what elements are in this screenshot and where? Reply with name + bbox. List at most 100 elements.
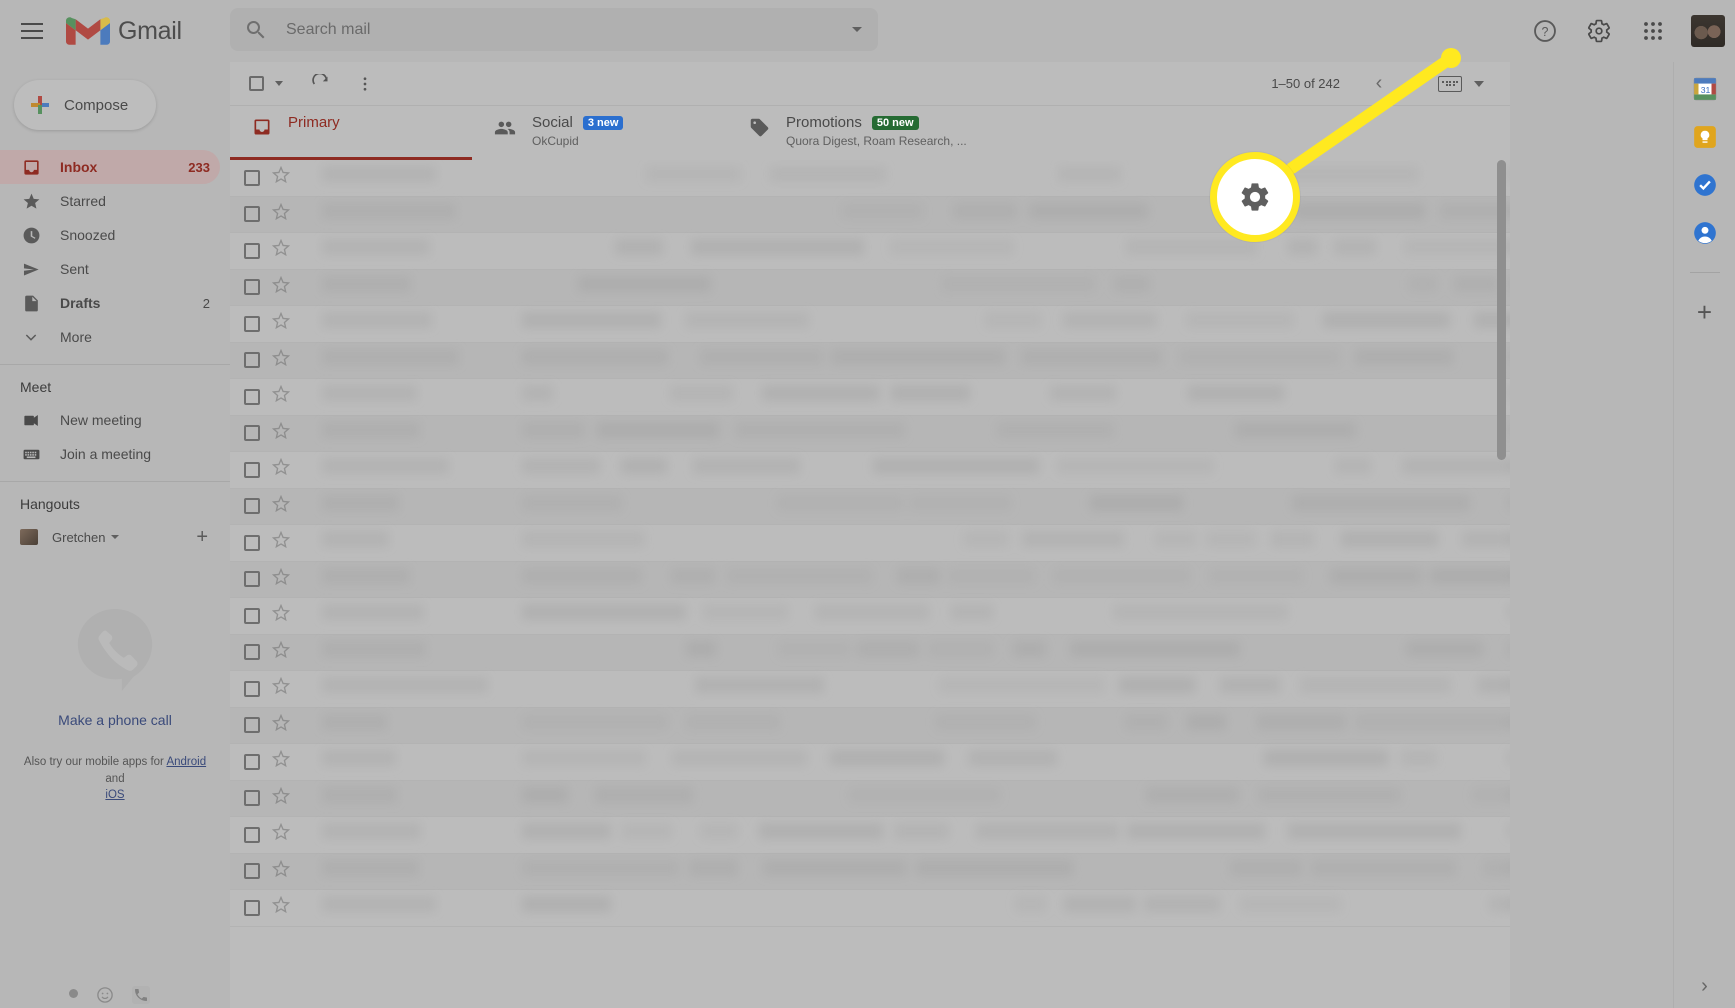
input-tools-chevron-down-icon[interactable] xyxy=(1474,80,1484,87)
message-list-scrollbar[interactable] xyxy=(1497,160,1508,1008)
table-row[interactable] xyxy=(230,707,1510,744)
support-icon[interactable]: ? xyxy=(1523,9,1567,53)
star-icon[interactable] xyxy=(271,604,291,627)
row-checkbox[interactable] xyxy=(244,206,260,223)
row-checkbox[interactable] xyxy=(244,717,260,734)
search-options-chevron-down-icon[interactable] xyxy=(852,27,862,32)
mood-icon[interactable] xyxy=(96,986,114,1004)
star-icon[interactable] xyxy=(271,494,291,518)
tab-social[interactable]: Social 3 new OkCupid xyxy=(472,106,727,160)
search-input[interactable] xyxy=(286,20,852,39)
star-icon[interactable] xyxy=(271,202,291,226)
chevron-down-icon[interactable] xyxy=(111,535,120,539)
table-row[interactable] xyxy=(230,525,1510,562)
table-row[interactable] xyxy=(230,853,1510,890)
table-row[interactable] xyxy=(230,415,1510,452)
ios-link[interactable]: iOS xyxy=(105,789,124,801)
google-keep-icon[interactable] xyxy=(1692,124,1718,150)
google-calendar-icon[interactable]: 31 xyxy=(1692,76,1718,102)
row-checkbox[interactable] xyxy=(244,461,260,478)
sidebar-item-join-meeting[interactable]: Join a meeting xyxy=(0,437,220,471)
hangouts-user-row[interactable]: Gretchen + xyxy=(0,520,230,554)
star-icon[interactable] xyxy=(271,640,291,664)
star-icon[interactable] xyxy=(271,239,291,262)
select-all-chevron-down-icon[interactable] xyxy=(275,81,283,86)
row-checkbox[interactable] xyxy=(244,388,260,405)
row-checkbox[interactable] xyxy=(244,425,260,442)
tab-promotions[interactable]: Promotions 50 new Quora Digest, Roam Res… xyxy=(727,106,1207,160)
gear-icon[interactable] xyxy=(1577,9,1621,53)
row-checkbox[interactable] xyxy=(244,571,260,588)
star-icon[interactable] xyxy=(271,823,291,846)
row-checkbox[interactable] xyxy=(244,279,260,296)
star-icon[interactable] xyxy=(271,421,291,445)
table-row[interactable] xyxy=(230,269,1510,306)
google-apps-grid-icon[interactable] xyxy=(1631,9,1675,53)
account-avatar[interactable] xyxy=(1691,15,1725,47)
star-icon[interactable] xyxy=(271,896,291,919)
sidebar-item-snoozed[interactable]: Snoozed xyxy=(0,218,220,252)
sidebar-item-inbox[interactable]: Inbox 233 xyxy=(0,150,220,184)
sidebar-item-new-meeting[interactable]: New meeting xyxy=(0,403,220,437)
chevron-right-icon[interactable]: › xyxy=(1400,67,1434,101)
table-row[interactable] xyxy=(230,744,1510,781)
table-row[interactable] xyxy=(230,233,1510,270)
row-checkbox[interactable] xyxy=(244,680,260,697)
chevron-right-icon[interactable]: › xyxy=(1701,975,1708,998)
row-checkbox[interactable] xyxy=(244,242,260,259)
table-row[interactable] xyxy=(230,780,1510,817)
star-icon[interactable] xyxy=(271,166,291,189)
settings-highlight-callout[interactable] xyxy=(1210,152,1300,242)
sidebar-item-more[interactable]: More xyxy=(0,320,220,354)
table-row[interactable] xyxy=(230,817,1510,854)
star-icon[interactable] xyxy=(271,312,291,335)
row-checkbox[interactable] xyxy=(244,352,260,369)
search-bar[interactable] xyxy=(230,8,878,51)
row-checkbox[interactable] xyxy=(244,790,260,807)
row-checkbox[interactable] xyxy=(244,899,260,916)
row-checkbox[interactable] xyxy=(244,826,260,843)
row-checkbox[interactable] xyxy=(244,644,260,661)
gmail-logo[interactable]: Gmail xyxy=(66,14,182,48)
row-checkbox[interactable] xyxy=(244,863,260,880)
star-icon[interactable] xyxy=(271,750,291,773)
star-icon[interactable] xyxy=(271,713,291,737)
google-tasks-icon[interactable] xyxy=(1692,172,1718,198)
compose-button[interactable]: Compose xyxy=(14,80,156,130)
star-icon[interactable] xyxy=(271,531,291,554)
main-menu-icon[interactable] xyxy=(8,7,56,55)
table-row[interactable] xyxy=(230,306,1510,343)
table-row[interactable] xyxy=(230,342,1510,379)
row-checkbox[interactable] xyxy=(244,498,260,515)
add-app-button[interactable]: + xyxy=(1697,299,1712,325)
star-icon[interactable] xyxy=(271,859,291,883)
star-icon[interactable] xyxy=(271,275,291,299)
row-checkbox[interactable] xyxy=(244,315,260,332)
row-checkbox[interactable] xyxy=(244,753,260,770)
tab-primary[interactable]: Primary xyxy=(230,106,472,160)
phone-icon[interactable] xyxy=(132,986,150,1004)
star-icon[interactable] xyxy=(271,348,291,372)
row-checkbox[interactable] xyxy=(244,534,260,551)
presence-dot-icon[interactable] xyxy=(69,989,78,998)
refresh-button[interactable] xyxy=(299,64,343,104)
row-checkbox[interactable] xyxy=(244,607,260,624)
sidebar-item-sent[interactable]: Sent xyxy=(0,252,220,286)
star-icon[interactable] xyxy=(271,786,291,810)
table-row[interactable] xyxy=(230,890,1510,927)
table-row[interactable] xyxy=(230,634,1510,671)
table-row[interactable] xyxy=(230,196,1510,233)
star-icon[interactable] xyxy=(271,458,291,481)
table-row[interactable] xyxy=(230,671,1510,708)
input-tools-keyboard-icon[interactable] xyxy=(1438,75,1462,92)
google-contacts-icon[interactable] xyxy=(1692,220,1718,246)
more-options-button[interactable] xyxy=(343,64,387,104)
star-icon[interactable] xyxy=(271,385,291,408)
hangouts-add-button[interactable]: + xyxy=(196,527,208,547)
android-link[interactable]: Android xyxy=(166,756,206,768)
scrollbar-thumb[interactable] xyxy=(1497,160,1506,460)
sidebar-item-starred[interactable]: Starred xyxy=(0,184,220,218)
table-row[interactable] xyxy=(230,598,1510,635)
star-icon[interactable] xyxy=(271,567,291,591)
table-row[interactable] xyxy=(230,160,1510,197)
